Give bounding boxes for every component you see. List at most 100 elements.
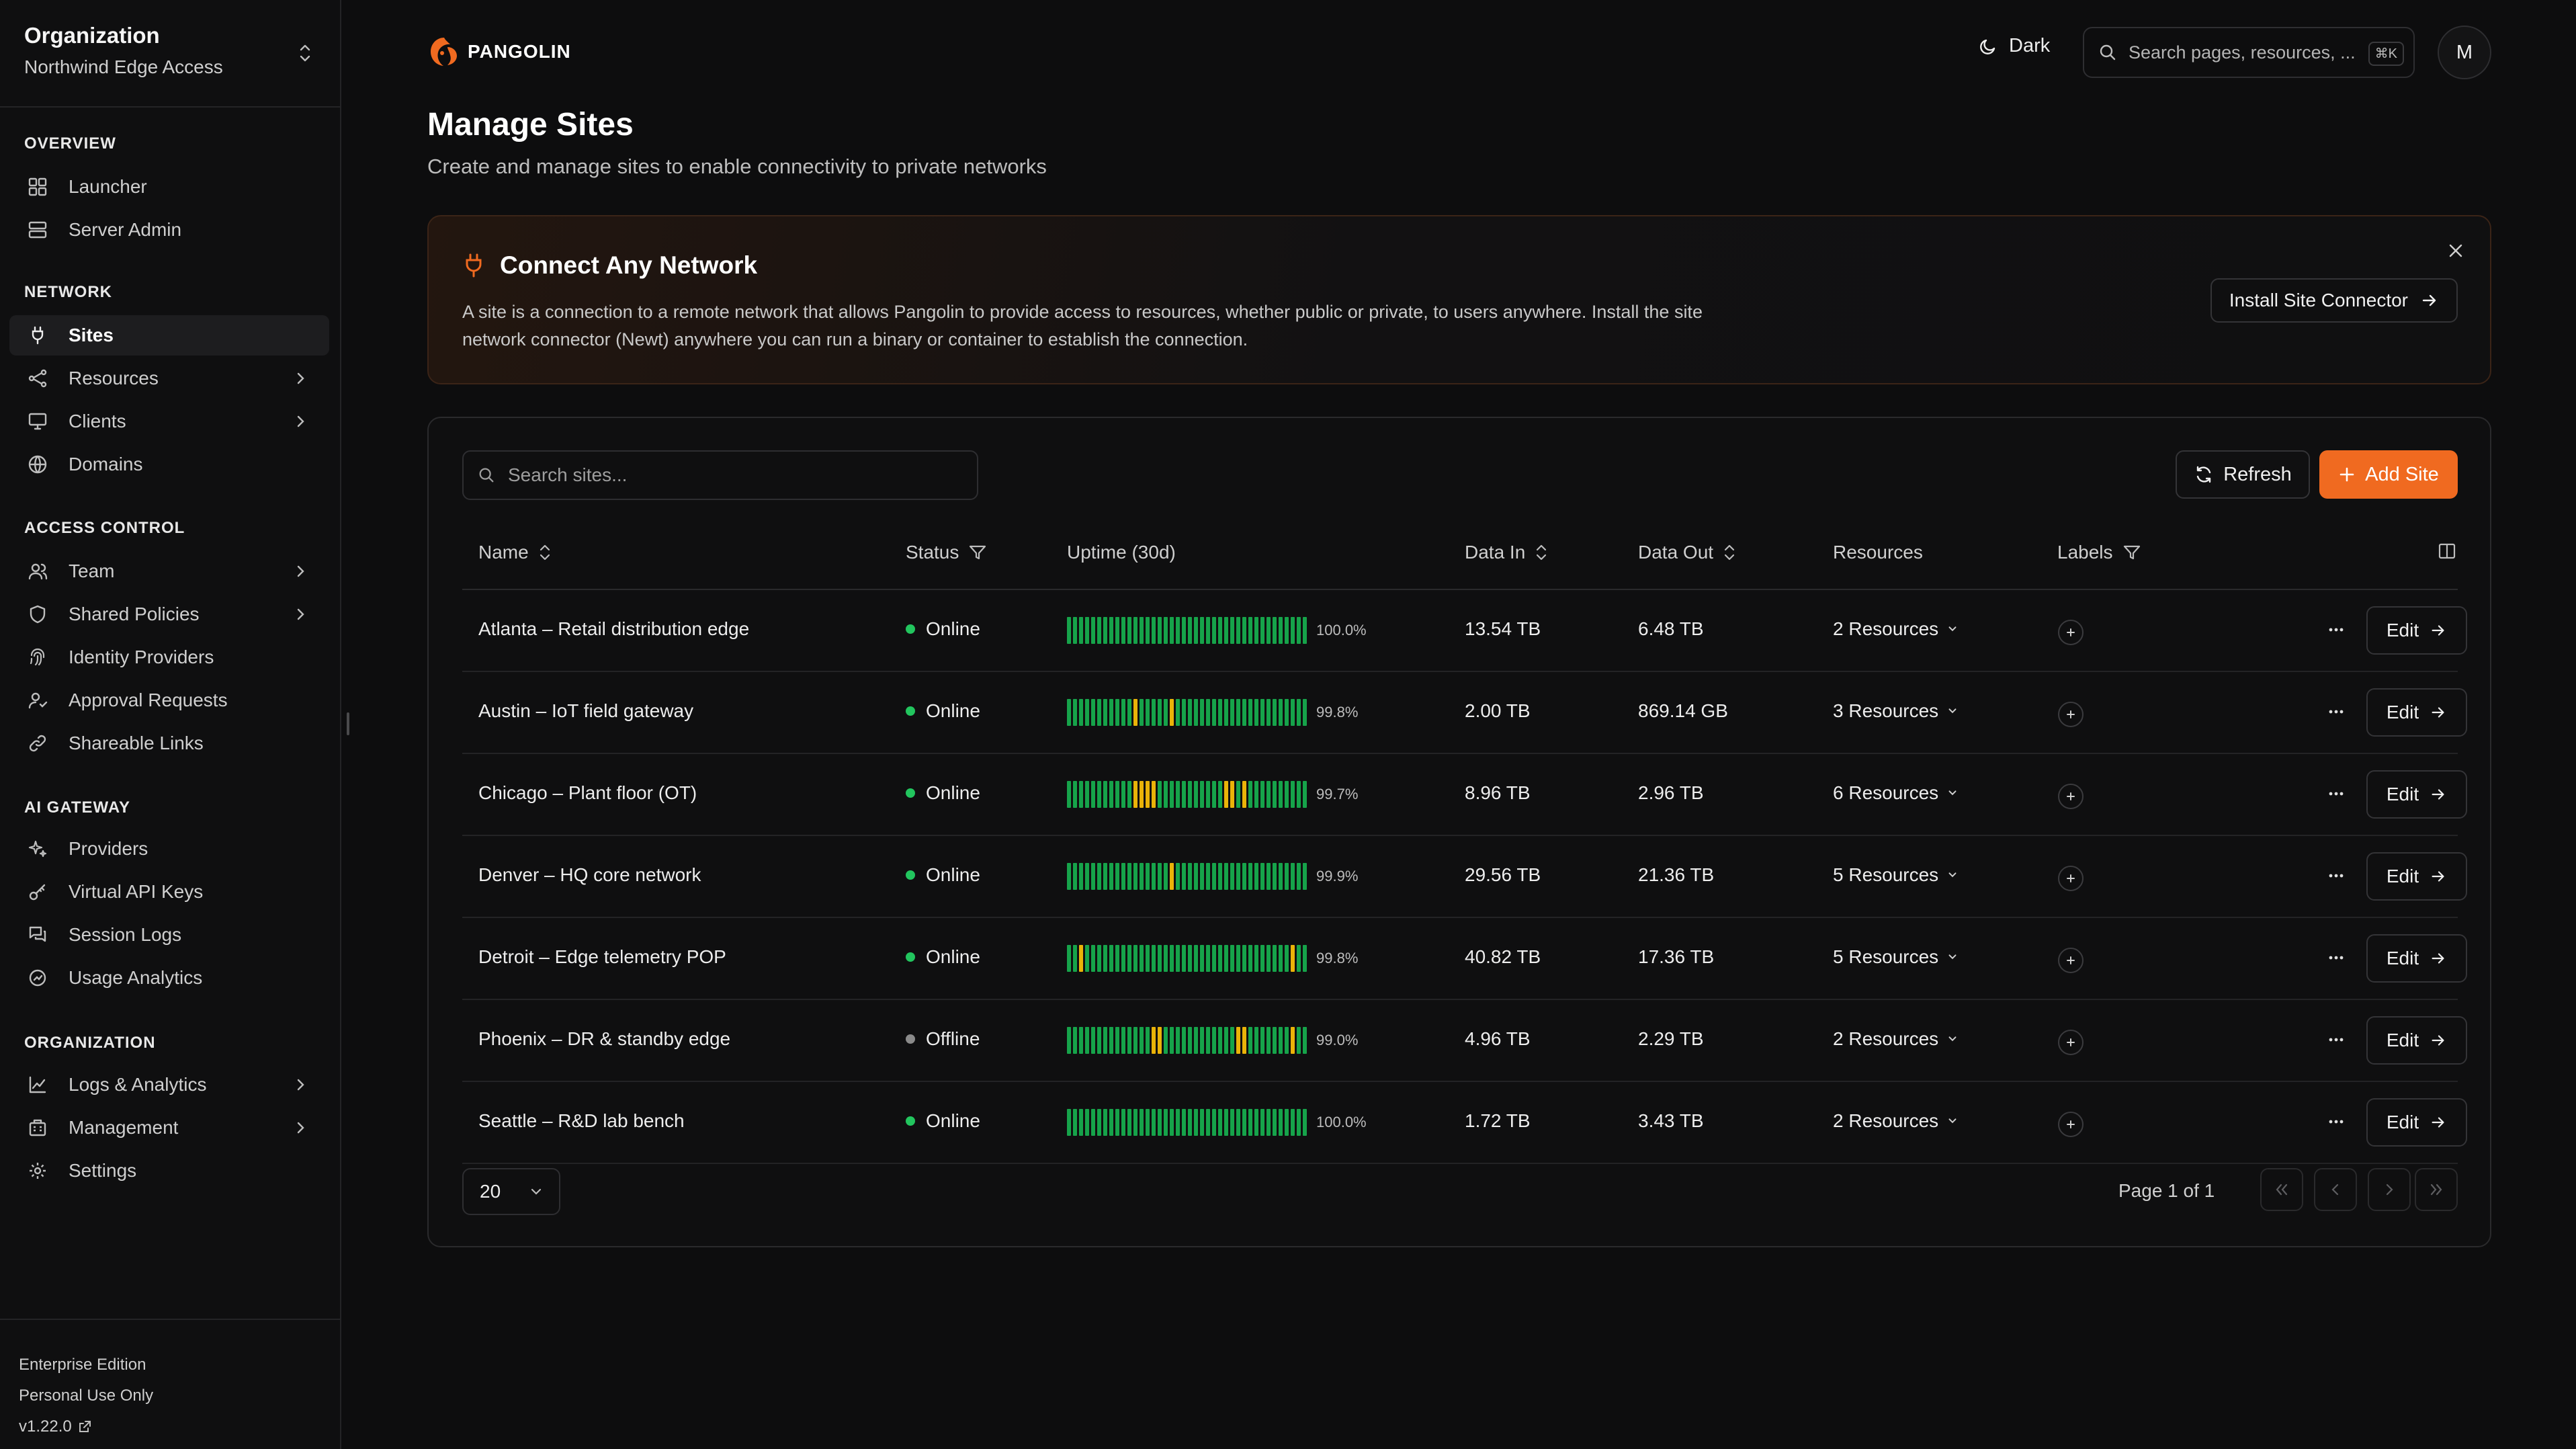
last-page-button[interactable] xyxy=(2415,1168,2458,1211)
column-header-data-out[interactable]: Data Out xyxy=(1638,542,1736,563)
uptime-day-bar[interactable] xyxy=(1067,699,1071,726)
uptime-day-bar[interactable] xyxy=(1260,1109,1264,1136)
uptime-day-bar[interactable] xyxy=(1103,699,1107,726)
uptime-day-bar[interactable] xyxy=(1236,1027,1240,1054)
uptime-day-bar[interactable] xyxy=(1266,1027,1271,1054)
uptime-day-bar[interactable] xyxy=(1291,1109,1295,1136)
uptime-day-bar[interactable] xyxy=(1218,945,1222,972)
uptime-day-bar[interactable] xyxy=(1121,617,1125,644)
uptime-day-bar[interactable] xyxy=(1152,1027,1156,1054)
uptime-day-bar[interactable] xyxy=(1140,699,1144,726)
sidebar-item-identity-providers[interactable]: Identity Providers xyxy=(9,637,329,677)
uptime-day-bar[interactable] xyxy=(1303,1109,1307,1136)
more-actions-button[interactable] xyxy=(2326,702,2346,727)
table-row[interactable]: Atlanta – Retail distribution edge Onlin… xyxy=(462,590,2467,672)
org-switcher[interactable]: Organization Northwind Edge Access xyxy=(0,0,340,108)
uptime-day-bar[interactable] xyxy=(1170,1027,1174,1054)
sidebar-item-server-admin[interactable]: Server Admin xyxy=(9,210,329,250)
uptime-day-bar[interactable] xyxy=(1224,617,1228,644)
column-header-data-in[interactable]: Data In xyxy=(1465,542,1548,563)
uptime-day-bar[interactable] xyxy=(1236,617,1240,644)
resources-dropdown[interactable]: 2 Resources xyxy=(1833,1028,1959,1050)
uptime-day-bar[interactable] xyxy=(1103,863,1107,890)
uptime-day-bar[interactable] xyxy=(1266,863,1271,890)
uptime-day-bar[interactable] xyxy=(1218,617,1222,644)
uptime-day-bar[interactable] xyxy=(1194,699,1198,726)
uptime-day-bar[interactable] xyxy=(1242,1027,1246,1054)
uptime-day-bar[interactable] xyxy=(1218,1109,1222,1136)
add-site-button[interactable]: Add Site xyxy=(2319,450,2458,499)
uptime-day-bar[interactable] xyxy=(1200,1027,1204,1054)
sidebar-item-session-logs[interactable]: Session Logs xyxy=(9,915,329,955)
uptime-day-bar[interactable] xyxy=(1182,1027,1186,1054)
uptime-day-bar[interactable] xyxy=(1067,781,1071,808)
uptime-day-bar[interactable] xyxy=(1266,699,1271,726)
uptime-day-bar[interactable] xyxy=(1248,781,1252,808)
uptime-day-bar[interactable] xyxy=(1266,1109,1271,1136)
uptime-day-bar[interactable] xyxy=(1218,699,1222,726)
uptime-day-bar[interactable] xyxy=(1121,781,1125,808)
uptime-day-bar[interactable] xyxy=(1303,1027,1307,1054)
uptime-day-bar[interactable] xyxy=(1176,1109,1180,1136)
uptime-day-bar[interactable] xyxy=(1224,1027,1228,1054)
uptime-day-bar[interactable] xyxy=(1297,699,1301,726)
uptime-day-bar[interactable] xyxy=(1188,617,1192,644)
uptime-day-bar[interactable] xyxy=(1091,699,1095,726)
uptime-day-bar[interactable] xyxy=(1188,1109,1192,1136)
page-size-select[interactable]: 20 xyxy=(462,1168,560,1215)
uptime-day-bar[interactable] xyxy=(1206,781,1210,808)
table-row[interactable]: Denver – HQ core network Online 99.9% 29… xyxy=(462,836,2467,918)
uptime-day-bar[interactable] xyxy=(1291,945,1295,972)
uptime-day-bar[interactable] xyxy=(1164,1109,1168,1136)
uptime-day-bar[interactable] xyxy=(1133,1109,1137,1136)
uptime-day-bar[interactable] xyxy=(1164,699,1168,726)
uptime-day-bar[interactable] xyxy=(1297,781,1301,808)
uptime-day-bar[interactable] xyxy=(1230,781,1234,808)
uptime-day-bar[interactable] xyxy=(1115,863,1119,890)
uptime-day-bar[interactable] xyxy=(1285,1027,1289,1054)
uptime-day-bar[interactable] xyxy=(1097,617,1101,644)
uptime-day-bar[interactable] xyxy=(1121,945,1125,972)
column-header-status[interactable]: Status xyxy=(906,542,987,563)
site-name[interactable]: Austin – IoT field gateway xyxy=(478,700,693,722)
uptime-day-bar[interactable] xyxy=(1206,617,1210,644)
uptime-day-bar[interactable] xyxy=(1285,863,1289,890)
uptime-day-bar[interactable] xyxy=(1158,863,1162,890)
sidebar-item-shareable-links[interactable]: Shareable Links xyxy=(9,723,329,763)
version-link[interactable]: v1.22.0 xyxy=(19,1411,340,1442)
uptime-day-bar[interactable] xyxy=(1242,1109,1246,1136)
uptime-day-bar[interactable] xyxy=(1152,781,1156,808)
uptime-day-bar[interactable] xyxy=(1230,1109,1234,1136)
uptime-day-bar[interactable] xyxy=(1200,781,1204,808)
uptime-day-bar[interactable] xyxy=(1085,1109,1089,1136)
uptime-day-bar[interactable] xyxy=(1188,863,1192,890)
sidebar-item-approval-requests[interactable]: Approval Requests xyxy=(9,680,329,720)
uptime-day-bar[interactable] xyxy=(1097,781,1101,808)
uptime-day-bar[interactable] xyxy=(1127,1027,1131,1054)
uptime-day-bar[interactable] xyxy=(1206,863,1210,890)
uptime-day-bar[interactable] xyxy=(1194,1027,1198,1054)
uptime-day-bar[interactable] xyxy=(1073,945,1077,972)
edit-site-button[interactable]: Edit xyxy=(2366,1098,2467,1147)
resources-dropdown[interactable]: 5 Resources xyxy=(1833,864,1959,886)
uptime-day-bar[interactable] xyxy=(1279,863,1283,890)
uptime-day-bar[interactable] xyxy=(1285,781,1289,808)
global-search-input[interactable]: Search pages, resources, ... ⌘K xyxy=(2083,27,2415,78)
uptime-day-bar[interactable] xyxy=(1260,699,1264,726)
uptime-day-bar[interactable] xyxy=(1303,945,1307,972)
uptime-day-bar[interactable] xyxy=(1291,617,1295,644)
uptime-day-bar[interactable] xyxy=(1230,699,1234,726)
sidebar-item-providers[interactable]: Providers xyxy=(9,829,329,869)
uptime-day-bar[interactable] xyxy=(1176,1027,1180,1054)
uptime-day-bar[interactable] xyxy=(1224,863,1228,890)
sidebar-item-settings[interactable]: Settings xyxy=(9,1151,329,1191)
uptime-day-bar[interactable] xyxy=(1085,945,1089,972)
uptime-day-bar[interactable] xyxy=(1067,945,1071,972)
uptime-day-bar[interactable] xyxy=(1133,1027,1137,1054)
site-name[interactable]: Seattle – R&D lab bench xyxy=(478,1110,685,1132)
uptime-day-bar[interactable] xyxy=(1073,1109,1077,1136)
uptime-day-bar[interactable] xyxy=(1285,617,1289,644)
uptime-day-bar[interactable] xyxy=(1273,1109,1277,1136)
sidebar-item-virtual-api-keys[interactable]: Virtual API Keys xyxy=(9,872,329,912)
add-label-button[interactable] xyxy=(2058,1112,2084,1137)
